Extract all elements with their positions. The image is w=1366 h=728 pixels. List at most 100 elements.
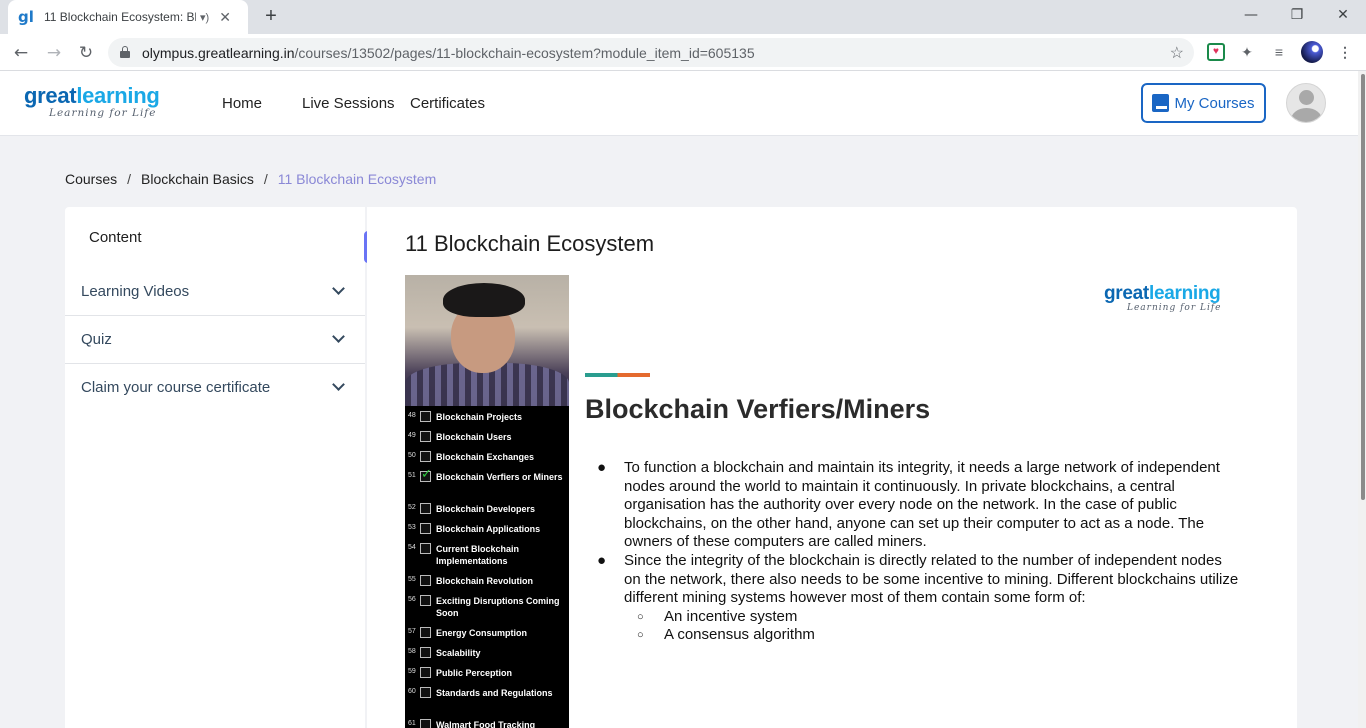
greatlearning-favicon-icon: gl <box>18 8 34 26</box>
hollow-bullet-icon: ○ <box>637 611 644 623</box>
sidebar-item-label: Claim your course certificate <box>81 379 271 396</box>
video-topic-number: 49 <box>408 432 416 439</box>
checkbox-icon <box>420 451 431 462</box>
minimize-window-icon[interactable]: — <box>1228 0 1274 30</box>
url-domain: olympus.greatlearning.in <box>142 45 295 61</box>
my-courses-label: My Courses <box>1174 94 1255 112</box>
browser-menu-icon[interactable]: ⋮ <box>1335 42 1355 62</box>
video-topic-number: 57 <box>408 628 416 635</box>
video-topic-number: 54 <box>408 544 416 551</box>
slide-bullet-text: To function a blockchain and maintain it… <box>624 459 1220 551</box>
bookmark-star-icon[interactable]: ☆ <box>1170 43 1184 63</box>
sidebar-item-quiz[interactable]: Quiz <box>65 316 365 364</box>
checkmark-icon: ✓ <box>421 467 432 482</box>
bullet-dot-icon: ● <box>597 459 607 476</box>
lecture-video-player[interactable]: 48 Blockchain Projects 49 Blockchain Users 5… <box>405 275 1241 728</box>
checkbox-icon <box>420 687 431 698</box>
page-scrollbar-thumb[interactable] <box>1361 74 1365 500</box>
lock-icon[interactable] <box>120 46 130 58</box>
chevron-down-icon[interactable] <box>332 330 345 343</box>
video-topic-title: Blockchain Applications <box>436 524 541 534</box>
breadcrumb-courses[interactable]: Courses <box>65 171 117 187</box>
logo-learning: learning <box>76 83 160 108</box>
url-text[interactable]: olympus.greatlearning.in/courses/13502/p… <box>142 45 755 61</box>
back-arrow-icon[interactable]: ← <box>9 41 33 65</box>
video-topic-title: Blockchain Exchanges <box>436 452 535 462</box>
sidebar-item-label: Quiz <box>81 331 112 348</box>
video-topic-number: 56 <box>408 596 416 603</box>
video-topic-title: Energy Consumption <box>436 628 528 638</box>
browser-toolbar: ← → ↻ olympus.greatlearning.in/courses/1… <box>0 34 1366 71</box>
nav-certificates[interactable]: Certificates <box>410 95 485 112</box>
audio-playing-icon[interactable]: ▾) <box>200 11 209 24</box>
checkbox-icon <box>420 543 431 554</box>
chevron-down-icon[interactable] <box>332 282 345 295</box>
logo-tagline: Learning for Life <box>49 107 157 119</box>
slide-bullet-text: Since the integrity of the blockchain is… <box>624 552 1239 607</box>
address-bar[interactable]: olympus.greatlearning.in/courses/13502/p… <box>108 38 1194 67</box>
video-topic-title: Blockchain Revolution <box>436 576 534 586</box>
browser-tabstrip: gl 11 Blockchain Ecosystem: Blo ▾) ✕ + —… <box>0 0 1366 34</box>
video-topic-number: 48 <box>408 412 416 419</box>
my-courses-button[interactable]: My Courses <box>1141 83 1266 123</box>
video-topic-title: Exciting Disruptions Coming Soon <box>436 596 560 618</box>
video-topic-number: 51 <box>408 472 416 479</box>
slide-logo-learning: learning <box>1148 283 1221 304</box>
checkbox-icon <box>420 595 431 606</box>
video-topic-title: Blockchain Developers <box>436 504 536 514</box>
sidebar-item-claim-certificate[interactable]: Claim your course certificate <box>65 364 365 412</box>
breadcrumb-current: 11 Blockchain Ecosystem <box>277 171 437 187</box>
new-tab-button[interactable]: + <box>260 5 282 27</box>
video-topic-title: Standards and Regulations <box>436 688 553 698</box>
slide-logo-great: great <box>1104 283 1149 304</box>
slide-sub-bullet-text: An incentive system <box>664 608 798 625</box>
page-title: 11 Blockchain Ecosystem <box>405 231 655 256</box>
close-tab-icon[interactable]: ✕ <box>219 9 231 26</box>
slide-title: Blockchain Verfiers/Miners <box>585 394 931 424</box>
hollow-bullet-icon: ○ <box>637 629 644 641</box>
slide-sub-bullet-text: A consensus algorithm <box>664 626 815 643</box>
restore-window-icon[interactable]: ❐ <box>1274 0 1320 30</box>
nav-home[interactable]: Home <box>222 95 262 112</box>
video-topic-title: Current Blockchain Implementations <box>436 544 520 566</box>
breadcrumb: Courses / Blockchain Basics / 11 Blockch… <box>65 171 436 187</box>
video-topic-number: 55 <box>408 576 416 583</box>
checkbox-icon <box>420 523 431 534</box>
checkbox-icon <box>420 647 431 658</box>
checkbox-icon <box>420 431 431 442</box>
greatlearning-logo[interactable]: greatlearning Learning for Life <box>24 83 160 120</box>
chevron-down-icon[interactable] <box>332 378 345 391</box>
extensions-puzzle-icon[interactable]: ✦ <box>1237 42 1257 62</box>
video-topic-title: Blockchain Users <box>436 432 512 442</box>
media-queue-icon[interactable]: ≡ <box>1269 42 1289 62</box>
breadcrumb-separator: / <box>127 171 132 187</box>
video-topic-list: 48 Blockchain Projects 49 Blockchain Users 5… <box>405 406 569 728</box>
browser-tab[interactable]: gl 11 Blockchain Ecosystem: Blo ▾) ✕ <box>8 0 248 34</box>
video-topic-number: 60 <box>408 688 416 695</box>
sidebar-item-learning-videos[interactable]: Learning Videos <box>65 268 365 316</box>
breadcrumb-blockchain-basics[interactable]: Blockchain Basics <box>141 171 254 187</box>
profile-icon[interactable] <box>1301 41 1323 63</box>
video-topic-title: Blockchain Verfiers or Miners <box>436 472 563 482</box>
video-topic-title: Scalability <box>436 648 481 658</box>
sidebar-item-label: Learning Videos <box>81 283 190 300</box>
close-window-icon[interactable]: ✕ <box>1320 0 1366 30</box>
checkbox-icon <box>420 503 431 514</box>
video-topic-number: 61 <box>408 720 416 727</box>
video-topic-number: 52 <box>408 504 416 511</box>
nav-live-sessions[interactable]: Live Sessions <box>302 95 395 112</box>
forward-arrow-icon[interactable]: → <box>42 41 66 65</box>
instructor-webcam <box>405 275 569 406</box>
book-icon <box>1152 94 1170 112</box>
video-topic-title: Blockchain Projects <box>436 412 523 422</box>
pocket-extension-icon[interactable]: ♥ <box>1207 43 1225 61</box>
content-sidebar: Content Learning Videos Quiz Claim your … <box>65 207 365 728</box>
tab-title: 11 Blockchain Ecosystem: Blo <box>44 10 196 24</box>
user-avatar[interactable] <box>1286 83 1326 123</box>
reload-icon[interactable]: ↻ <box>74 41 98 65</box>
video-topic-title: Public Perception <box>436 668 513 678</box>
breadcrumb-separator: / <box>263 171 268 187</box>
checkbox-icon <box>420 719 431 728</box>
checkbox-icon <box>420 627 431 638</box>
logo-great: great <box>24 83 77 108</box>
